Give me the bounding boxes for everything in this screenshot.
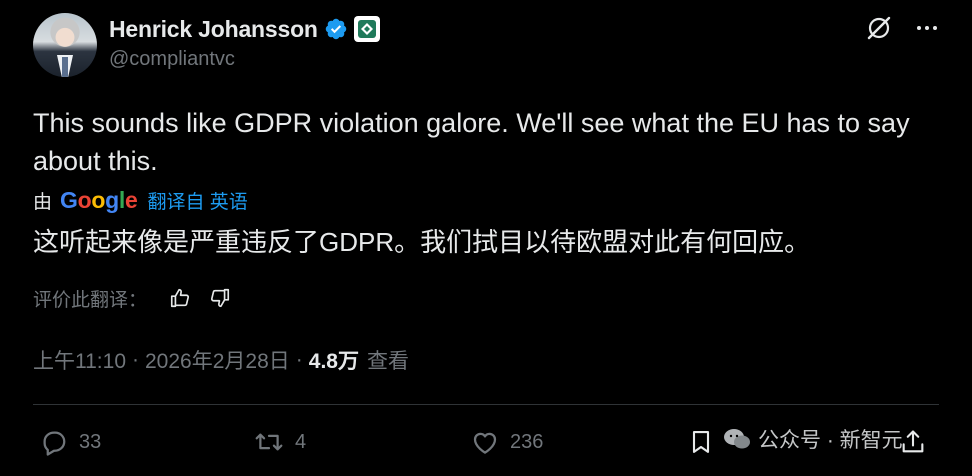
top-actions bbox=[865, 14, 939, 42]
google-logo: Google bbox=[60, 186, 138, 213]
meta-separator-2: · bbox=[295, 348, 303, 371]
repost-button[interactable]: 4 bbox=[253, 424, 306, 460]
author-handle[interactable]: @compliantvc bbox=[109, 48, 235, 71]
reply-button[interactable]: 33 bbox=[39, 424, 101, 460]
thumbs-up-icon[interactable] bbox=[169, 287, 191, 309]
like-button[interactable]: 236 bbox=[470, 424, 543, 460]
bookmark-icon bbox=[692, 431, 710, 453]
tweet-time[interactable]: 上午11:10 bbox=[33, 345, 126, 375]
like-icon bbox=[473, 432, 497, 454]
rate-translation-label: 评价此翻译： bbox=[33, 289, 148, 311]
grok-icon[interactable] bbox=[865, 14, 893, 42]
author-name-row: Henrick Johansson bbox=[109, 14, 380, 44]
author-name[interactable]: Henrick Johansson bbox=[109, 16, 318, 43]
avatar-tie bbox=[62, 57, 68, 77]
watermark-text: 公众号 · 新智元 bbox=[758, 429, 903, 452]
verified-badge-icon[interactable] bbox=[324, 17, 348, 41]
thumbs-down-icon[interactable] bbox=[209, 287, 231, 309]
tweet-date[interactable]: 2026年2月28日 bbox=[145, 345, 290, 375]
translation-source-link[interactable]: 翻译自 英语 bbox=[147, 187, 247, 214]
repost-count: 4 bbox=[295, 430, 307, 453]
meta-separator: · bbox=[132, 348, 139, 371]
watermark: 公众号 · 新智元 bbox=[722, 424, 903, 454]
affiliate-badge-icon[interactable] bbox=[353, 16, 380, 42]
divider bbox=[33, 404, 939, 405]
tweet-meta: 上午11:10 · 2026年2月28日 · 4.8万 查看 bbox=[33, 345, 409, 375]
more-icon[interactable] bbox=[915, 16, 939, 40]
reply-icon bbox=[43, 431, 66, 456]
translated-text: 这听起来像是严重违反了GDPR。我们拭目以待欧盟对此有何回应。 bbox=[33, 227, 811, 257]
share-icon bbox=[902, 430, 924, 453]
rate-translation-row: 评价此翻译： bbox=[33, 285, 231, 311]
translation-attribution: 由 Google 翻译自 英语 bbox=[33, 186, 248, 214]
tweet-text: This sounds like GDPR violation galore. … bbox=[33, 108, 910, 176]
like-count: 236 bbox=[510, 430, 544, 453]
share-button[interactable] bbox=[899, 424, 937, 460]
views-count: 4.8万 bbox=[308, 350, 359, 373]
reply-count: 33 bbox=[79, 430, 102, 453]
avatar[interactable] bbox=[33, 13, 97, 77]
repost-icon bbox=[255, 433, 283, 451]
wechat-icon bbox=[724, 429, 750, 449]
views-label: 查看 bbox=[366, 350, 409, 373]
translated-by-label: 由 bbox=[33, 191, 53, 213]
bookmark-button[interactable] bbox=[687, 424, 725, 460]
